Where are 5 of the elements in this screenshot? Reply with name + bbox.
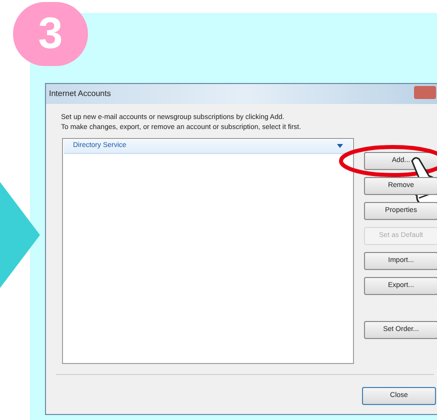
close-icon[interactable] [414,86,436,99]
window-title: Internet Accounts [49,88,111,100]
chevron-icon [337,144,343,149]
arrow-icon [0,182,40,288]
step-number-badge: 3 [13,2,88,66]
